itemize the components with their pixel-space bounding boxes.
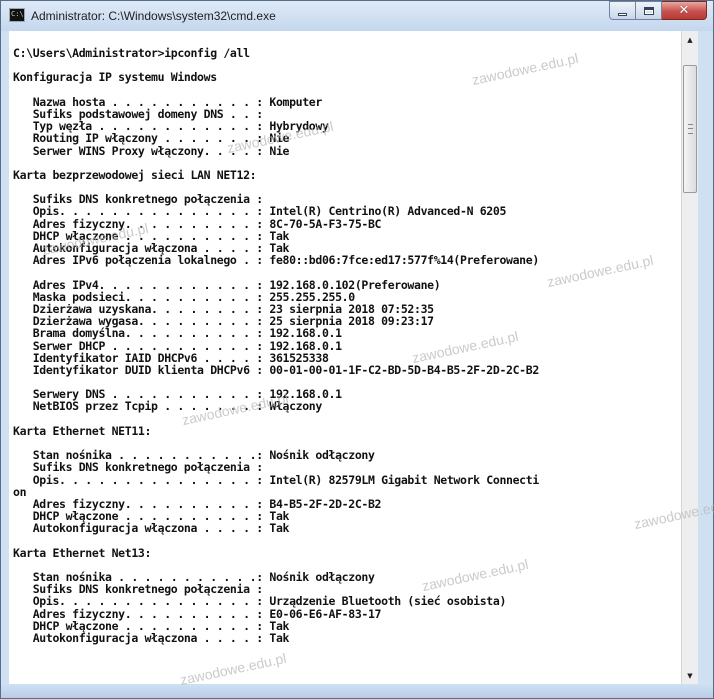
window-bottom-frame [1,684,713,698]
console-line: Karta bezprzewodowej sieci LAN NET12: [13,167,257,182]
console-line: Adres fizyczny. . . . . . . . . . : 8C-7… [13,216,382,231]
console-line: C:\Users\Administrator>ipconfig /all [13,46,250,60]
console-line: Autokonfiguracja włączona . . . . : Tak [13,521,290,536]
console-line: Opis. . . . . . . . . . . . . . . : Inte… [13,472,540,487]
cmd-window: C:\ Administrator: C:\Windows\system32\c… [0,0,714,699]
minimize-icon [618,12,627,16]
console-line: Adres IPv6 połączenia lokalnego . : fe80… [13,253,540,268]
minimize-button[interactable] [609,1,636,20]
console-line: Karta Ethernet Net13: [13,545,152,560]
console-line: Autokonfiguracja włączona . . . . : Tak [13,631,290,645]
vertical-scrollbar[interactable]: ▲ ▼ [681,31,698,684]
console-line: Adres IPv4. . . . . . . . . . . . : 192.… [13,277,441,292]
close-button[interactable]: ✕ [662,1,707,20]
console-line: Serwer WINS Proxy włączony. . . . : Nie [13,143,290,158]
cmd-icon-text: C:\ [11,10,24,18]
scroll-down-button[interactable]: ▼ [682,667,698,684]
grip-icon [688,124,693,134]
window-controls: ✕ [609,1,707,22]
console-line: Brama domyślna. . . . . . . . . . : 192.… [13,326,342,341]
title-bar[interactable]: C:\ Administrator: C:\Windows\system32\c… [1,1,713,31]
window-title: Administrator: C:\Windows\system32\cmd.e… [31,9,276,23]
scroll-up-arrow-icon: ▲ [687,35,693,44]
cmd-app-icon[interactable]: C:\ [9,8,25,22]
console-line: Konfiguracja IP systemu Windows [13,70,217,85]
scroll-up-button[interactable]: ▲ [682,31,698,48]
console-line: Adres fizyczny. . . . . . . . . . : E0-0… [13,606,382,621]
scrollbar-thumb[interactable] [683,65,697,193]
console-line: Sufiks DNS konkretnego połączenia : [13,460,263,475]
console-line: Identyfikator DUID klienta DHCPv6 : 00-0… [13,362,540,377]
console-line: Opis. . . . . . . . . . . . . . . : Urzą… [13,594,507,609]
console-line: Karta Ethernet NET11: [13,423,152,438]
maximize-icon [643,6,654,15]
console-line: Opis. . . . . . . . . . . . . . . : Inte… [13,204,507,219]
scroll-down-arrow-icon: ▼ [687,671,693,680]
close-icon: ✕ [678,3,690,18]
maximize-button[interactable] [636,1,662,20]
console-output[interactable]: C:\Users\Administrator>ipconfig /all Konf… [9,31,681,684]
